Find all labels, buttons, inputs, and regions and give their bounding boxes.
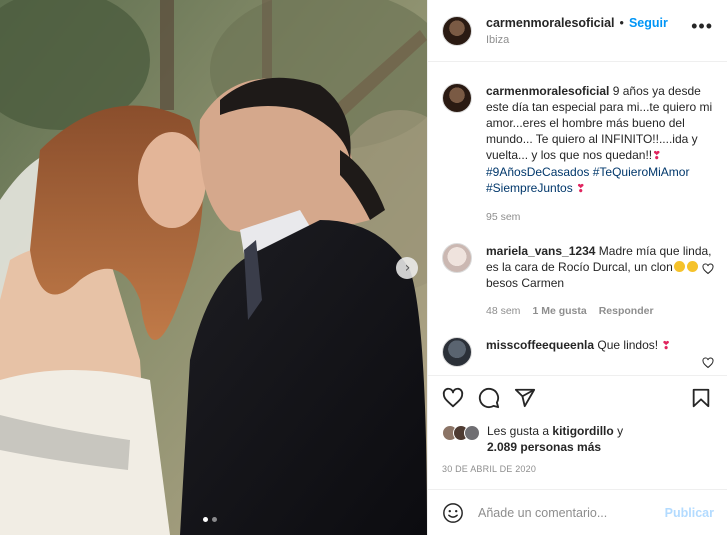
carousel-indicator — [203, 517, 217, 522]
caption-author[interactable]: carmenmoralesoficial — [486, 84, 609, 98]
commenter-username[interactable]: misscoffeequeenla — [486, 338, 594, 352]
share-button[interactable] — [514, 387, 538, 411]
commenter-username[interactable]: mariela_vans_1234 — [486, 244, 595, 258]
heart-icon — [442, 387, 464, 407]
liker-avatars[interactable] — [442, 425, 480, 441]
comment-meta: 48 sem 1 Me gusta Responder — [486, 305, 714, 317]
comment-item: mariela_vans_1234 Madre mía que linda, e… — [442, 223, 714, 317]
next-photo-button[interactable]: › — [396, 257, 418, 279]
likes-summary: Les gusta a kitigordillo y 2.089 persona… — [442, 423, 623, 455]
carousel-dot-2 — [212, 517, 217, 522]
likes-joiner: y — [617, 424, 624, 438]
post-header: carmenmoralesoficial • Seguir Ibiza ••• — [428, 0, 727, 62]
post-date[interactable]: 30 DE ABRIL DE 2020 — [442, 464, 536, 474]
author-avatar[interactable] — [442, 15, 472, 46]
likes-text: Les gusta a kitigordillo y 2.089 persona… — [487, 423, 623, 455]
heart-emoji-icon: ❣ — [652, 150, 662, 162]
likes-count[interactable]: 2.089 personas más — [487, 440, 601, 454]
action-bar — [428, 375, 727, 421]
hashtag[interactable]: #SiempreJuntos — [486, 181, 573, 195]
post-side-panel: carmenmoralesoficial • Seguir Ibiza ••• … — [427, 0, 727, 535]
comment-icon — [478, 387, 500, 408]
post-photo[interactable]: › — [0, 0, 427, 535]
caption-time[interactable]: 95 sem — [486, 211, 520, 223]
heart-emoji-icon: ❣ — [661, 340, 671, 352]
hashtag[interactable]: #TeQuieroMiAmor — [593, 165, 690, 179]
wedding-photo — [0, 0, 427, 535]
comment-item: misscoffeequeenla Que lindos! ❣ — [442, 317, 714, 369]
like-comment-heart-icon[interactable] — [702, 357, 714, 369]
more-icon[interactable]: ••• — [691, 16, 713, 37]
caption: carmenmoralesoficial 9 años ya desde est… — [442, 63, 714, 223]
chevron-right-icon: › — [404, 260, 411, 276]
carousel-dot-1 — [203, 517, 208, 522]
likes-prefix: Les gusta a — [487, 424, 550, 438]
comments-list[interactable]: carmenmoralesoficial 9 años ya desde est… — [428, 63, 727, 375]
share-icon — [514, 388, 536, 407]
publish-button[interactable]: Publicar — [665, 506, 714, 520]
caption-meta: 95 sem — [486, 211, 714, 223]
comment-composer: Publicar — [428, 489, 727, 535]
liker-avatar — [464, 425, 480, 441]
comment-time[interactable]: 48 sem — [486, 305, 520, 317]
heart-eyes-emoji-icon — [686, 261, 698, 272]
liker-username[interactable]: kitigordillo — [552, 424, 613, 438]
like-button[interactable] — [442, 387, 466, 411]
comment-text: misscoffeequeenla Que lindos! ❣ — [486, 337, 714, 354]
commenter-avatar[interactable] — [442, 337, 472, 367]
comment-body: Que lindos! — [597, 338, 659, 352]
commenter-avatar[interactable] — [442, 243, 472, 273]
separator-dot: • — [619, 15, 624, 30]
caption-avatar[interactable] — [442, 83, 472, 113]
post-location[interactable]: Ibiza — [486, 34, 691, 46]
comment-text: mariela_vans_1234 Madre mía que linda, e… — [486, 243, 714, 291]
emoji-icon[interactable] — [442, 502, 464, 524]
comment-input[interactable] — [478, 505, 665, 520]
author-username[interactable]: carmenmoralesoficial — [486, 16, 615, 30]
hashtag[interactable]: #9AñosDeCasados — [486, 165, 589, 179]
follow-button[interactable]: Seguir — [629, 16, 668, 30]
instagram-post: › carmenmoralesoficial • Seguir Ibiza ••… — [0, 0, 727, 535]
heart-eyes-emoji-icon — [673, 261, 685, 272]
author-info: carmenmoralesoficial • Seguir Ibiza — [486, 16, 691, 46]
save-button[interactable] — [690, 387, 714, 411]
comment-likes[interactable]: 1 Me gusta — [532, 305, 586, 317]
reply-button[interactable]: Responder — [599, 305, 654, 317]
comment-body-tail: besos Carmen — [486, 276, 565, 290]
comment-button[interactable] — [478, 387, 502, 411]
caption-text: carmenmoralesoficial 9 años ya desde est… — [486, 83, 714, 197]
bookmark-icon — [692, 388, 710, 407]
like-comment-heart-icon[interactable] — [702, 263, 714, 275]
heart-emoji-icon: ❣ — [576, 183, 586, 195]
